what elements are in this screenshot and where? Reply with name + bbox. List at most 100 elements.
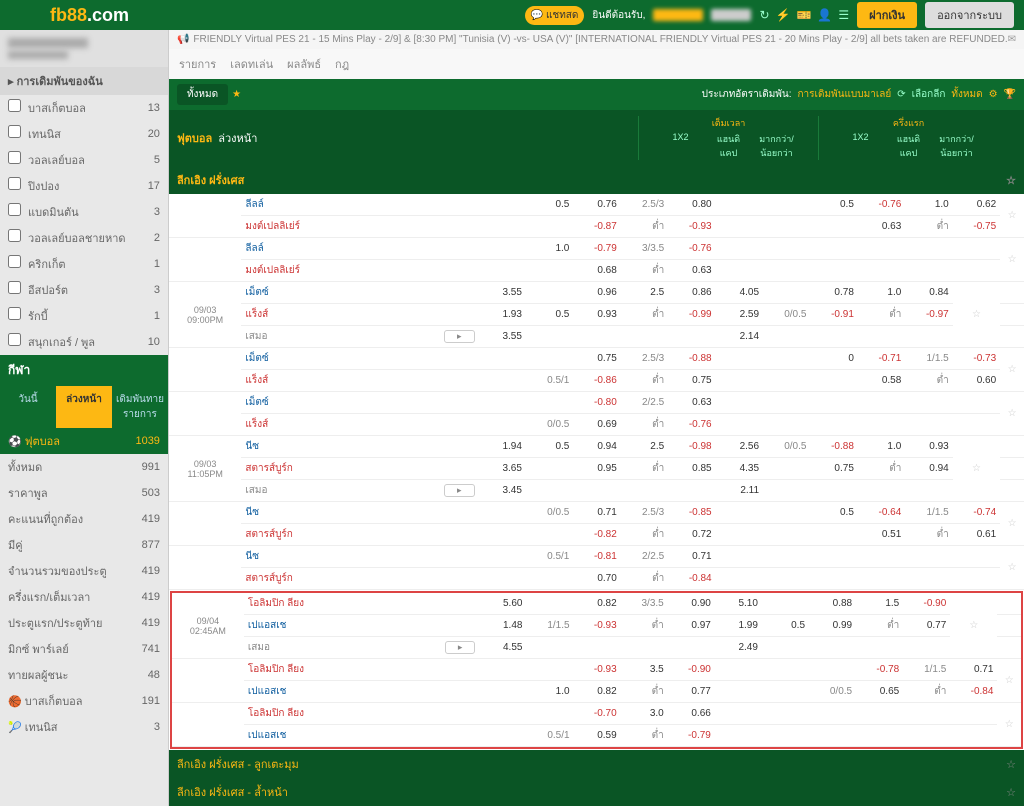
odd-cell[interactable]: 2.59 bbox=[716, 304, 763, 326]
odd-cell[interactable]: 0.5 bbox=[526, 436, 573, 458]
odd-cell[interactable]: ต่ำ bbox=[858, 458, 905, 480]
list-icon[interactable]: ☰ bbox=[838, 8, 849, 22]
team-name[interactable]: โอลิมปิก ลียง bbox=[244, 593, 427, 615]
mybet-item[interactable]: เทนนิส20 bbox=[0, 121, 168, 147]
league-offside[interactable]: ลีกเอิง ฝรั่งเศส - ล้ำหน้า☆ bbox=[169, 778, 1024, 806]
odd-cell[interactable]: 3.5 bbox=[621, 659, 668, 681]
odd-cell[interactable]: 1.93 bbox=[479, 304, 526, 326]
odd-cell[interactable]: 0.96 bbox=[573, 282, 620, 304]
odd-cell[interactable]: 1.99 bbox=[715, 615, 762, 637]
odd-cell[interactable]: 0.94 bbox=[905, 458, 952, 480]
fav-star[interactable]: ☆ bbox=[997, 703, 1021, 747]
odd-cell[interactable]: 0.85 bbox=[668, 458, 715, 480]
odd-cell[interactable]: 0/0.5 bbox=[526, 502, 573, 524]
odd-cell[interactable]: 0.59 bbox=[574, 725, 621, 747]
checkbox[interactable] bbox=[8, 151, 21, 164]
odd-cell[interactable]: 3/3.5 bbox=[621, 593, 668, 615]
odd-cell[interactable]: 1/1.5 bbox=[903, 659, 950, 681]
settings-icon[interactable]: ⚙ bbox=[989, 89, 998, 100]
odd-cell[interactable]: ต่ำ bbox=[621, 216, 668, 238]
odd-cell[interactable]: 0.75 bbox=[810, 458, 857, 480]
odd-cell[interactable]: 1.5 bbox=[856, 593, 903, 615]
tab-list[interactable]: รายการ bbox=[179, 55, 216, 73]
select-all-leagues[interactable]: ทั้งหมด bbox=[951, 87, 982, 102]
team-name[interactable]: สตารส์บูร์ก bbox=[241, 458, 425, 480]
odd-cell[interactable]: ต่ำ bbox=[621, 370, 668, 392]
fav-star[interactable]: ☆ bbox=[950, 593, 997, 659]
odd-cell[interactable]: 2.49 bbox=[715, 637, 762, 659]
odd-cell[interactable]: 0.58 bbox=[858, 370, 905, 392]
mybet-item[interactable]: บาสเก็ตบอล13 bbox=[0, 95, 168, 121]
team-name[interactable]: เม็ตซ์ bbox=[241, 348, 425, 370]
odd-cell[interactable]: 0.51 bbox=[858, 524, 905, 546]
mybet-item[interactable]: รักบี้1 bbox=[0, 303, 168, 329]
odd-cell[interactable]: 0.82 bbox=[574, 593, 621, 615]
team-name[interactable]: แร็งส์ bbox=[241, 304, 425, 326]
odd-cell[interactable]: 0.72 bbox=[668, 524, 715, 546]
odd-cell[interactable]: 2/2.5 bbox=[621, 546, 668, 568]
star-icon[interactable]: ☆ bbox=[1006, 174, 1016, 187]
odd-cell[interactable]: 1.0 bbox=[526, 681, 573, 703]
odd-cell[interactable]: -0.86 bbox=[573, 370, 620, 392]
odd-cell[interactable]: 0.63 bbox=[858, 216, 905, 238]
odd-cell[interactable]: ต่ำ bbox=[621, 568, 668, 590]
odd-cell[interactable]: -0.90 bbox=[668, 659, 715, 681]
odd-cell[interactable]: -0.98 bbox=[668, 436, 715, 458]
more-button[interactable]: ▸ bbox=[444, 330, 475, 343]
filter-all[interactable]: ทั้งหมด bbox=[177, 84, 228, 105]
odd-cell[interactable]: 1.48 bbox=[479, 615, 526, 637]
odd-cell[interactable]: 0.88 bbox=[809, 593, 856, 615]
sport-item[interactable]: มิกซ์ พาร์เลย์741 bbox=[0, 636, 168, 662]
team-name[interactable]: แร็งส์ bbox=[241, 370, 425, 392]
chat-button[interactable]: 💬 แชทสด bbox=[525, 6, 585, 25]
odd-cell[interactable]: -0.93 bbox=[668, 216, 715, 238]
checkbox[interactable] bbox=[8, 177, 21, 190]
odd-cell[interactable]: -0.97 bbox=[905, 304, 952, 326]
odd-cell[interactable]: 0.75 bbox=[668, 370, 715, 392]
odd-cell[interactable]: 0.77 bbox=[903, 615, 950, 637]
odd-cell[interactable]: 0.5 bbox=[810, 194, 857, 216]
odd-cell[interactable]: -0.71 bbox=[858, 348, 905, 370]
odd-cell[interactable]: ต่ำ bbox=[621, 458, 668, 480]
team-name[interactable]: มงต์เปลลิเย่ร์ bbox=[241, 216, 425, 238]
sport-item[interactable]: ⚽ ฟุตบอล1039 bbox=[0, 428, 168, 454]
sport-item[interactable]: คะแนนที่ถูกต้อง419 bbox=[0, 506, 168, 532]
team-name[interactable]: นีซ bbox=[241, 436, 425, 458]
bolt-icon[interactable]: ⚡ bbox=[776, 8, 791, 22]
odd-cell[interactable]: 1/1.5 bbox=[526, 615, 573, 637]
fav-star[interactable]: ☆ bbox=[953, 436, 1000, 502]
odd-cell[interactable]: 0/0.5 bbox=[763, 304, 810, 326]
odd-cell[interactable]: 3.55 bbox=[479, 282, 526, 304]
odd-cell[interactable]: 0.78 bbox=[810, 282, 857, 304]
odd-cell[interactable]: 0.71 bbox=[573, 502, 620, 524]
odd-cell[interactable]: -0.74 bbox=[953, 502, 1000, 524]
checkbox[interactable] bbox=[8, 125, 21, 138]
fav-star[interactable]: ☆ bbox=[1000, 238, 1024, 282]
team-name[interactable]: เปแอสเช bbox=[244, 681, 427, 703]
odd-cell[interactable]: 0.80 bbox=[668, 194, 715, 216]
odd-cell[interactable]: ต่ำ bbox=[621, 681, 668, 703]
team-name[interactable]: นีซ bbox=[241, 502, 425, 524]
odd-cell[interactable]: 4.35 bbox=[716, 458, 763, 480]
odd-cell[interactable]: 0.65 bbox=[856, 681, 903, 703]
odd-cell[interactable]: 0.5/1 bbox=[526, 725, 573, 747]
slip-icon[interactable]: 🎫 bbox=[796, 8, 811, 22]
logout-button[interactable]: ออกจากระบบ bbox=[925, 2, 1014, 28]
odd-cell[interactable]: 1/1.5 bbox=[905, 348, 952, 370]
odd-cell[interactable]: 0.5/1 bbox=[526, 370, 573, 392]
team-name[interactable]: เสมอ bbox=[241, 326, 425, 348]
deposit-button[interactable]: ฝากเงิน bbox=[857, 2, 917, 28]
fav-star[interactable]: ☆ bbox=[1000, 194, 1024, 238]
checkbox[interactable] bbox=[8, 203, 21, 216]
odd-cell[interactable]: 1/1.5 bbox=[905, 502, 952, 524]
odd-cell[interactable]: 2.5 bbox=[621, 436, 668, 458]
team-name[interactable]: เสมอ bbox=[244, 637, 427, 659]
odd-cell[interactable]: 0.77 bbox=[668, 681, 715, 703]
team-name[interactable]: เม็ตซ์ bbox=[241, 392, 425, 414]
team-name[interactable]: ลีลล์ bbox=[241, 194, 425, 216]
odd-cell[interactable]: 4.05 bbox=[716, 282, 763, 304]
sport-item[interactable]: ราคาพูล503 bbox=[0, 480, 168, 506]
checkbox[interactable] bbox=[8, 255, 21, 268]
odd-cell[interactable]: -0.78 bbox=[856, 659, 903, 681]
odd-cell[interactable]: ต่ำ bbox=[621, 615, 668, 637]
